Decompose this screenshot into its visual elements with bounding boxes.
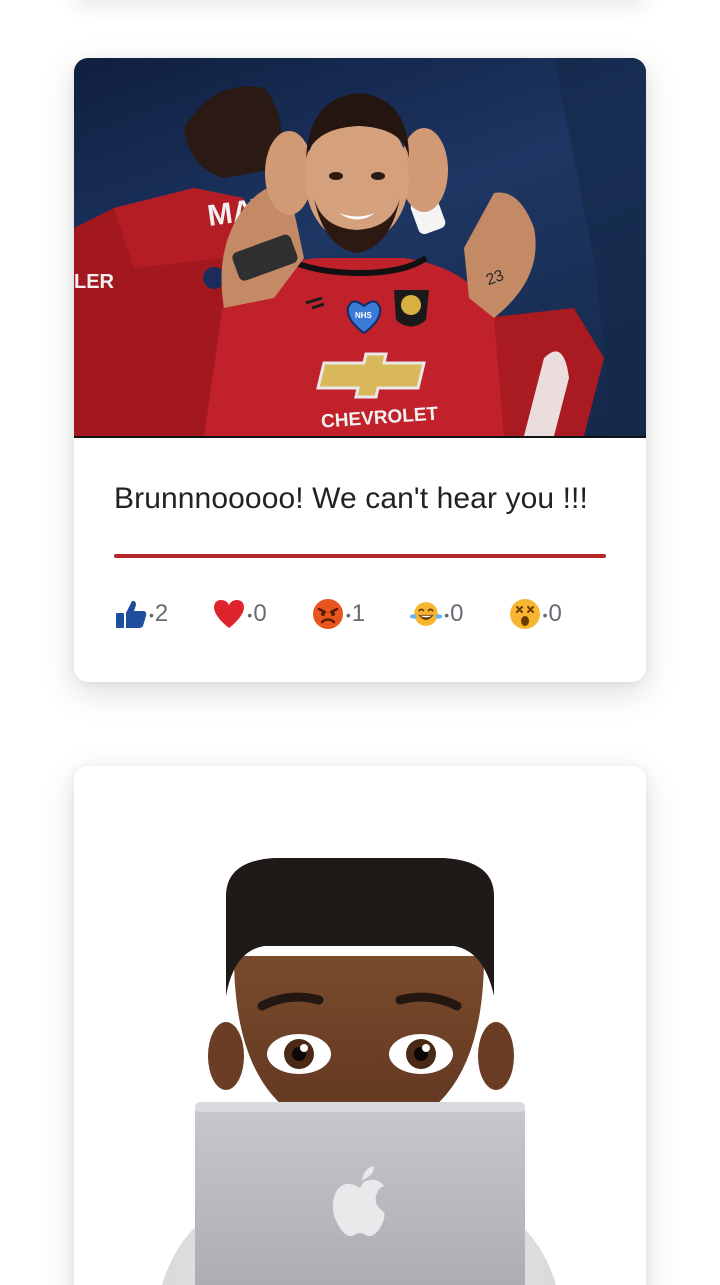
angry-face-icon: [311, 597, 345, 631]
post-card: [74, 766, 646, 1285]
post-body: Brunnnooooo! We can't hear you !!! 2: [74, 482, 646, 634]
reaction-bar: 2 0: [114, 594, 606, 634]
reaction-angry-count: 1: [346, 600, 365, 628]
reaction-like-count: 2: [149, 600, 168, 628]
reaction-love-count: 0: [247, 600, 266, 628]
laughing-face-icon: [409, 597, 443, 631]
thumbs-up-icon: [114, 597, 148, 631]
reaction-love[interactable]: 0: [212, 597, 310, 631]
post-card: MAT LER NHS CHEVROLET 23 Brunnnooooo! We…: [74, 58, 646, 682]
post-feed: MAT LER NHS CHEVROLET 23 Brunnnooooo! We…: [0, 0, 720, 1285]
reaction-haha-count: 0: [444, 600, 463, 628]
heart-icon: [212, 597, 246, 631]
post-text: Brunnnooooo! We can't hear you !!!: [114, 482, 588, 515]
reaction-wow-count: 0: [543, 600, 562, 628]
post-divider: [114, 554, 606, 558]
reaction-haha[interactable]: 0: [409, 597, 507, 631]
reaction-angry[interactable]: 1: [311, 597, 409, 631]
reaction-like[interactable]: 2: [114, 597, 212, 631]
svg-text:LER: LER: [74, 271, 115, 293]
surprised-face-icon: [508, 597, 542, 631]
post-image[interactable]: MAT LER NHS CHEVROLET 23: [74, 58, 646, 438]
post-image[interactable]: [74, 766, 646, 1285]
jersey-badge-text: NHS: [355, 311, 373, 320]
reaction-wow[interactable]: 0: [508, 597, 606, 631]
